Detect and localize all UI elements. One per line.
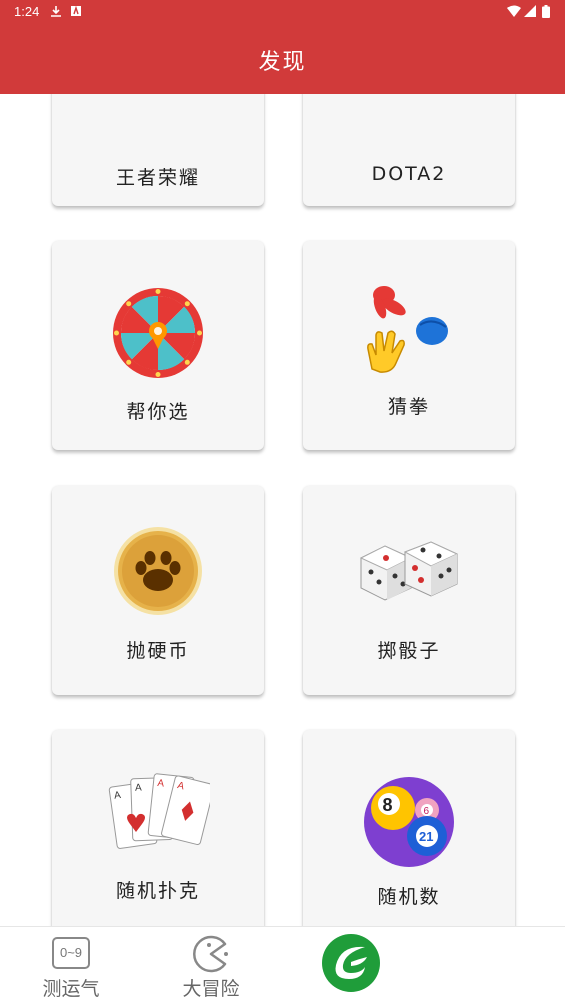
card-label: 帮你选	[126, 401, 190, 423]
card-zhitouzi[interactable]: 掷骰子	[303, 486, 515, 695]
svg-text:8: 8	[383, 795, 393, 815]
card-caiquan[interactable]: 猜拳	[303, 241, 515, 450]
card-label: 抛硬币	[126, 640, 190, 662]
card-label: 随机数	[377, 886, 441, 908]
card-label: 王者荣耀	[115, 167, 200, 189]
coin-icon	[113, 526, 203, 620]
bottom-nav: 0~9 测运气 大冒险	[0, 926, 565, 1004]
card-grid[interactable]: 王者荣耀 DOTA2 帮你选 猜拳 抛硬币 掷骰子 A A A A 随机扑克 6…	[0, 94, 565, 926]
app-notification-icon	[70, 5, 82, 21]
battery-icon	[542, 5, 550, 22]
card-wzry[interactable]: 王者荣耀	[52, 94, 264, 206]
card-suijishu[interactable]: 6 8 21 随机数	[303, 730, 515, 926]
card-suijipuke[interactable]: A A A A 随机扑克	[52, 730, 264, 926]
tab-adventure[interactable]: 大冒险	[146, 927, 276, 1005]
download-icon	[50, 5, 62, 22]
card-label: 掷骰子	[377, 640, 441, 662]
svg-text:6: 6	[424, 806, 430, 817]
tab-label: 大冒险	[182, 978, 240, 1000]
svg-text:21: 21	[419, 829, 433, 844]
card-dota2[interactable]: DOTA2	[303, 94, 515, 206]
pacman-icon	[192, 935, 230, 977]
card-label: 猜拳	[387, 396, 430, 418]
rock-paper-scissors-icon	[362, 283, 456, 379]
page-title: 发现	[258, 50, 307, 75]
tab-label: 测运气	[42, 978, 100, 1000]
playing-cards-icon: A A A A	[106, 772, 215, 860]
dice-icon	[357, 538, 461, 608]
status-bar: 1:24	[0, 0, 565, 24]
leaf-logo-icon	[321, 933, 381, 997]
wifi-icon	[507, 5, 521, 21]
card-label: DOTA2	[371, 163, 447, 185]
card-bangnixuan[interactable]: 帮你选	[52, 241, 264, 450]
signal-icon	[524, 5, 536, 21]
svg-text:A: A	[135, 782, 142, 793]
number-range-icon: 0~9	[52, 937, 90, 969]
tab-discover[interactable]	[286, 927, 416, 1005]
card-paoyingbi[interactable]: 抛硬币	[52, 486, 264, 695]
card-label: 随机扑克	[115, 880, 200, 902]
tab-luck[interactable]: 0~9 测运气	[6, 927, 136, 1005]
prize-wheel-icon	[112, 287, 204, 383]
status-time: 1:24	[14, 4, 40, 19]
billiard-balls-icon: 6 8 21	[363, 776, 455, 872]
app-bar: 发现	[0, 24, 565, 94]
